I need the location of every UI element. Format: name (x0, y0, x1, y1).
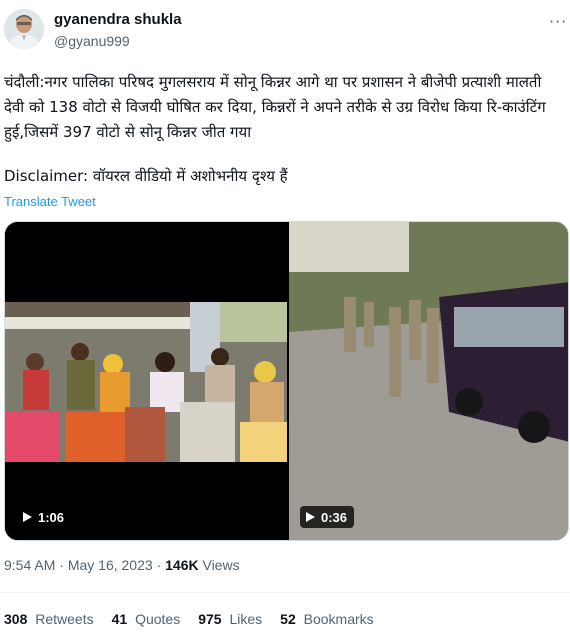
duration-badge: 1:06 (17, 506, 72, 528)
avatar[interactable] (4, 9, 44, 49)
tweet-meta: 9:54 AM · May 16, 2023 · 146K Views (4, 557, 240, 573)
video-right[interactable]: 0:36 (289, 222, 568, 540)
tweet-time[interactable]: 9:54 AM (4, 557, 55, 573)
bookmarks-label: Bookmarks (303, 611, 374, 627)
retweets-label: Retweets (35, 611, 94, 627)
retweets-count: 308 (4, 611, 28, 627)
quotes-label: Quotes (135, 611, 181, 627)
author-name[interactable]: gyanendra shukla (54, 11, 182, 28)
ellipsis-icon[interactable]: ··· (549, 12, 567, 31)
video-left[interactable]: 1:06 (5, 222, 287, 540)
bookmarks-count: 52 (280, 611, 296, 627)
quotes-stat[interactable]: 41 Quotes (112, 611, 181, 627)
views-count: 146K (165, 557, 199, 573)
divider (0, 592, 570, 593)
tweet-text: चंदौली:नगर पालिका परिषद मुगलसराय में सोन… (4, 73, 546, 141)
meta-separator: · (156, 557, 166, 573)
duration-badge: 0:36 (300, 506, 355, 528)
quotes-count: 41 (111, 611, 128, 627)
likes-stat[interactable]: 975 Likes (198, 611, 262, 627)
translate-tweet-link[interactable]: Translate Tweet (4, 194, 96, 209)
video-left-frame (5, 302, 287, 462)
author-handle[interactable]: @gyanu999 (54, 33, 130, 49)
bookmarks-stat[interactable]: 52 Bookmarks (280, 611, 374, 627)
tweet-stats: 308 Retweets 41 Quotes 975 Likes 52 Book… (4, 611, 374, 627)
tweet-disclaimer: Disclaimer: वॉयरल वीडियो में अशोभनीय दृश… (4, 167, 288, 185)
video-left-duration: 1:06 (38, 509, 65, 525)
likes-count: 975 (198, 611, 222, 627)
meta-separator: · (59, 557, 68, 573)
views-label: Views (202, 557, 240, 573)
retweets-stat[interactable]: 308 Retweets (4, 611, 94, 627)
play-icon (23, 512, 32, 522)
tweet-date[interactable]: May 16, 2023 (68, 557, 153, 573)
likes-label: Likes (229, 611, 263, 627)
play-icon (306, 512, 315, 522)
media-grid: 1:06 0:36 (4, 221, 569, 541)
video-right-duration: 0:36 (321, 509, 348, 525)
